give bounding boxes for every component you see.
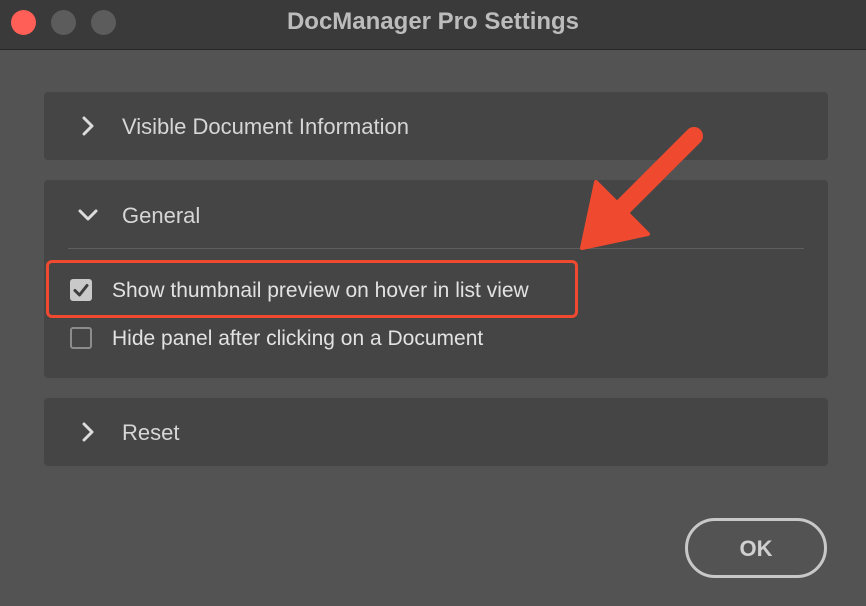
section-reset: Reset <box>44 398 828 466</box>
option-label: Hide panel after clicking on a Document <box>112 327 484 350</box>
ok-button[interactable]: OK <box>685 518 827 578</box>
section-general: General Show thumbnail preview on hover … <box>44 180 828 378</box>
section-header-general[interactable]: General <box>44 180 828 250</box>
option-hide-panel-after-click[interactable]: Hide panel after clicking on a Document <box>68 320 668 356</box>
section-title: General <box>122 203 201 228</box>
chevron-down-icon <box>78 209 98 221</box>
window-title: DocManager Pro Settings <box>286 8 580 35</box>
settings-window: DocManager Pro Settings Visible Document… <box>0 0 866 606</box>
section-title: Visible Document Information <box>122 114 409 139</box>
section-header-reset[interactable]: Reset <box>44 398 828 466</box>
checkmark-icon <box>73 284 89 297</box>
title-bar: DocManager Pro Settings <box>0 0 866 50</box>
section-header-visible-document-information[interactable]: Visible Document Information <box>44 92 828 160</box>
option-label: Show thumbnail preview on hover in list … <box>112 279 529 302</box>
chevron-right-icon <box>82 422 94 442</box>
chevron-right-icon <box>82 116 94 136</box>
checkbox-checked[interactable] <box>70 279 92 301</box>
option-show-thumbnail-preview[interactable]: Show thumbnail preview on hover in list … <box>68 272 668 308</box>
section-visible-document-information: Visible Document Information <box>44 92 828 160</box>
section-divider <box>68 248 804 249</box>
checkbox-unchecked[interactable] <box>70 327 92 349</box>
section-title: Reset <box>122 420 180 445</box>
